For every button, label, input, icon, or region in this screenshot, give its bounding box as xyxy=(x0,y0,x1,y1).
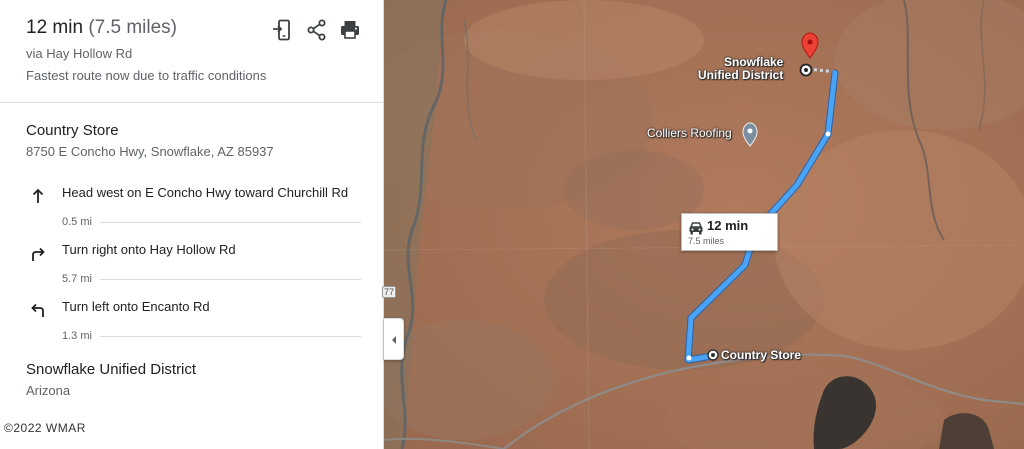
directions-panel: 12 min (7.5 miles) via Hay Hollow Rd Fas… xyxy=(0,0,384,449)
route-reason: Fastest route now due to traffic conditi… xyxy=(26,68,267,83)
turn-left-icon xyxy=(28,300,48,320)
route-badge-distance: 7.5 miles xyxy=(688,236,725,246)
step-instruction[interactable]: Head west on E Concho Hwy toward Churchi… xyxy=(62,185,348,200)
duration-distance: (7.5 miles) xyxy=(88,17,177,38)
destination-name: Snowflake Unified District xyxy=(26,361,197,378)
map-label-destination[interactable]: Snowflake Unified District xyxy=(698,56,783,82)
arrow-up-icon xyxy=(28,186,48,206)
route-badge-time: 12 min xyxy=(707,218,749,233)
share-button[interactable] xyxy=(305,18,329,42)
route-info-badge[interactable]: 12 min 7.5 miles xyxy=(681,213,778,251)
origin-name: Country Store xyxy=(26,122,119,139)
share-icon xyxy=(307,19,326,41)
step-distance: 5.7 mi xyxy=(62,273,92,285)
route-summary: 12 min (7.5 miles) via Hay Hollow Rd Fas… xyxy=(0,0,383,103)
step-instruction[interactable]: Turn left onto Encanto Rd xyxy=(62,299,210,314)
turn-right-icon xyxy=(28,244,48,264)
map-label-destination-line2: Unified District xyxy=(698,68,784,82)
car-icon xyxy=(688,221,704,235)
print-button[interactable] xyxy=(338,18,362,42)
step-divider xyxy=(100,222,361,223)
route-via: via Hay Hollow Rd xyxy=(26,46,133,61)
print-icon xyxy=(341,21,359,39)
step-distance: 0.5 mi xyxy=(62,216,92,228)
road-shield: 77 xyxy=(382,286,397,298)
step-distance: 1.3 mi xyxy=(62,330,92,342)
collapse-panel-button[interactable] xyxy=(384,318,404,360)
duration-time: 12 min xyxy=(26,17,84,38)
send-to-phone-button[interactable] xyxy=(271,18,295,42)
route-duration: 12 min (7.5 miles) xyxy=(26,17,177,39)
step-divider xyxy=(100,336,361,337)
watermark: ©2022 WMAR xyxy=(4,421,86,435)
destination-region: Arizona xyxy=(26,383,71,398)
send-to-phone-icon xyxy=(273,19,290,41)
step-instruction[interactable]: Turn right onto Hay Hollow Rd xyxy=(62,242,236,257)
step-divider xyxy=(100,279,361,280)
origin-address: 8750 E Concho Hwy, Snowflake, AZ 85937 xyxy=(26,144,274,159)
chevron-left-icon xyxy=(392,336,396,344)
map-label-origin[interactable]: Country Store xyxy=(721,348,801,362)
map-label-poi[interactable]: Colliers Roofing xyxy=(647,126,732,140)
